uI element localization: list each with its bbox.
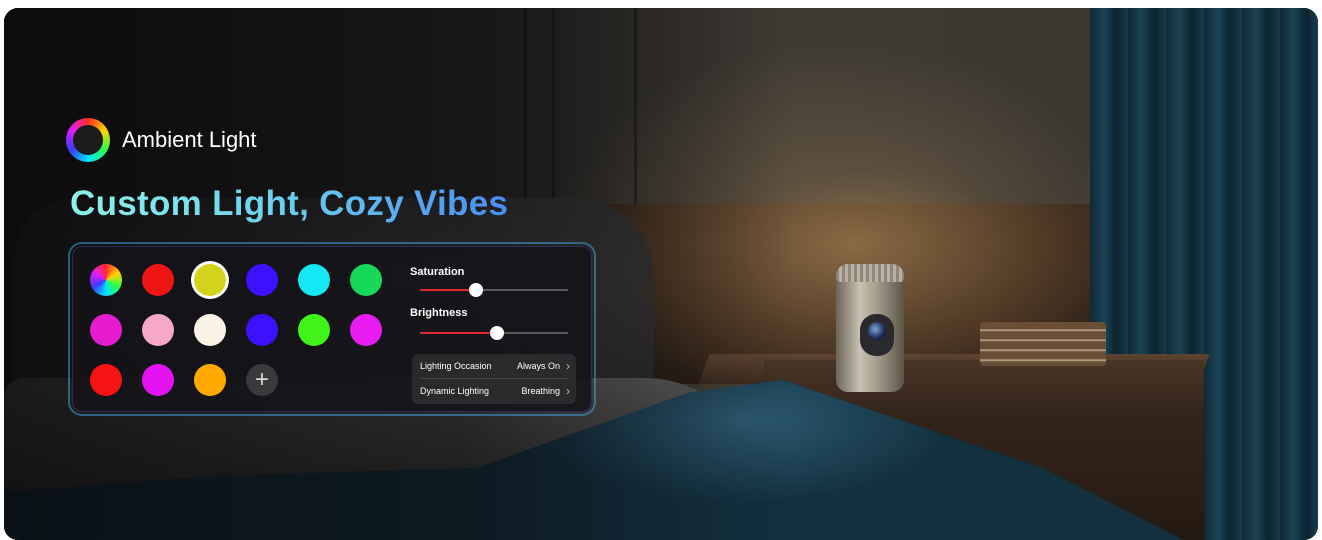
brightness-slider[interactable] [420,326,568,340]
color-ring-icon [66,118,110,162]
color-swatch-grid: + [90,264,382,396]
light-control-card: + Saturation Brightness Lighting Occasio… [70,244,594,414]
lighting-options-panel: Lighting Occasion Always On › Dynamic Li… [412,354,576,404]
color-swatch[interactable] [298,264,330,296]
lighting-occasion-row[interactable]: Lighting Occasion Always On › [420,354,570,378]
dynamic-lighting-label: Dynamic Lighting [420,386,490,396]
color-wheel-icon[interactable] [90,264,122,296]
saturation-label: Saturation [410,266,465,278]
color-swatch[interactable] [246,314,278,346]
brightness-fill [420,332,497,334]
color-swatch[interactable] [350,264,382,296]
dynamic-lighting-row[interactable]: Dynamic Lighting Breathing › [420,379,570,403]
color-swatch[interactable] [194,264,226,296]
color-swatch[interactable] [90,314,122,346]
color-swatch[interactable] [194,314,226,346]
color-swatch[interactable] [194,364,226,396]
saturation-slider[interactable] [420,283,568,297]
brand-badge: Ambient Light [66,118,257,162]
chevron-right-icon: › [566,384,570,398]
color-swatch[interactable] [142,264,174,296]
lighting-occasion-value: Always On [516,361,560,371]
chevron-right-icon: › [566,359,570,373]
color-swatch[interactable] [142,314,174,346]
color-swatch[interactable] [298,314,330,346]
add-color-button[interactable]: + [246,364,278,396]
plus-icon: + [254,366,269,393]
color-swatch[interactable] [350,314,382,346]
saturation-thumb[interactable] [469,283,484,297]
brightness-thumb[interactable] [489,326,504,340]
dynamic-lighting-value: Breathing [521,386,560,396]
color-swatch[interactable] [142,364,174,396]
brand-label: Ambient Light [122,127,257,152]
color-swatch[interactable] [90,364,122,396]
ambient-light-banner: Ambient Light Custom Light, Cozy Vibes +… [4,8,1318,540]
color-swatch[interactable] [246,264,278,296]
lighting-occasion-label: Lighting Occasion [420,361,492,371]
brightness-label: Brightness [410,307,468,319]
headline: Custom Light, Cozy Vibes [70,184,509,223]
saturation-fill [420,289,477,291]
